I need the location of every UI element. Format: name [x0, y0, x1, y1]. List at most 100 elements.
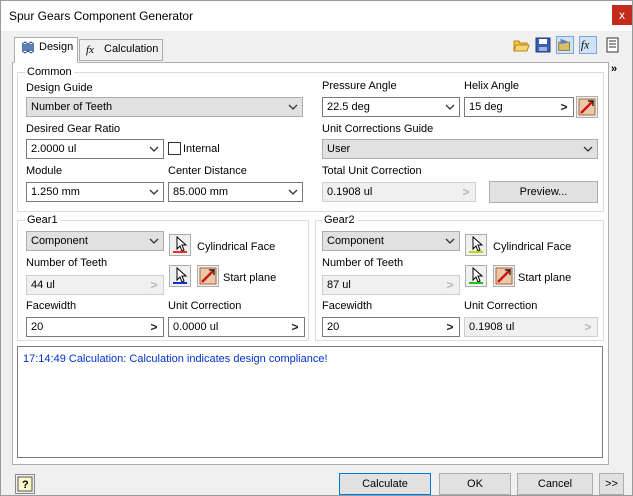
gear2-cylindrical-face-label: Cylindrical Face: [493, 241, 572, 253]
pressure-angle-label: Pressure Angle: [322, 80, 397, 92]
gear1-group-label: Gear1: [25, 214, 60, 226]
dialog-window: Spur Gears Component Generator x Design …: [0, 0, 633, 496]
helix-angle-label: Helix Angle: [464, 80, 520, 92]
more-button[interactable]: >>: [599, 473, 624, 495]
gear1-cylindrical-face-picker[interactable]: [169, 234, 191, 256]
gear2-start-plane-label: Start plane: [518, 272, 572, 284]
help-button[interactable]: ?: [15, 474, 35, 494]
gear2-unit-correction-field: 0.1908 ul >: [464, 317, 598, 337]
gear1-face-color-line: [173, 251, 187, 253]
gear-ratio-value: 2.0000 ul: [31, 143, 77, 155]
gear1-start-plane-picker[interactable]: [169, 265, 191, 287]
save-icon[interactable]: [534, 36, 552, 54]
gear2-type-value: Component: [327, 235, 384, 247]
chevron-down-icon: [288, 104, 298, 110]
message-log[interactable]: 17:14:49 Calculation: Calculation indica…: [17, 346, 603, 458]
gear2-teeth-arrow: >: [446, 278, 454, 292]
svg-text:fx: fx: [581, 40, 590, 52]
gear1-unit-correction-value: 0.0000 ul: [173, 321, 219, 333]
gear2-flip-button[interactable]: [493, 265, 515, 287]
tab-calculation[interactable]: fx Calculation: [79, 39, 163, 61]
gear1-teeth-label: Number of Teeth: [26, 257, 108, 269]
gear1-facewidth-value: 20: [31, 321, 44, 333]
center-distance-label: Center Distance: [168, 165, 247, 177]
gear2-facewidth-input[interactable]: 20 >: [322, 317, 460, 337]
internal-label: Internal: [183, 143, 220, 155]
fx-icon[interactable]: fx: [579, 36, 597, 54]
pressure-angle-input[interactable]: 22.5 deg: [322, 97, 460, 117]
helix-angle-input[interactable]: 15 deg >: [464, 97, 574, 117]
gear1-facewidth-input[interactable]: 20 >: [26, 317, 164, 337]
ok-button[interactable]: OK: [439, 473, 511, 495]
helix-flip-button[interactable]: [576, 96, 598, 118]
gear1-flip-button[interactable]: [197, 265, 219, 287]
gear2-unit-correction-value: 0.1908 ul: [469, 321, 515, 333]
fx-icon: fx: [86, 44, 94, 56]
design-guide-select[interactable]: Number of Teeth: [26, 97, 303, 117]
close-button[interactable]: x: [612, 5, 632, 25]
chevron-down-icon: [149, 238, 159, 244]
gear1-start-plane-label: Start plane: [223, 272, 277, 284]
help-glyph: ?: [22, 479, 29, 491]
expand-panel-icon[interactable]: »: [611, 63, 617, 75]
title-bar[interactable]: Spur Gears Component Generator x: [1, 1, 632, 31]
gear2-teeth-label: Number of Teeth: [322, 257, 404, 269]
gear2-plane-color-line: [469, 282, 483, 284]
gear1-cylindrical-face-label: Cylindrical Face: [197, 241, 276, 253]
gear1-teeth-field: 44 ul >: [26, 275, 164, 295]
gear1-teeth-value: 44 ul: [31, 279, 55, 291]
chevron-down-icon: [445, 104, 455, 110]
calculate-button[interactable]: Calculate: [339, 473, 431, 495]
preview-button[interactable]: Preview...: [489, 181, 598, 203]
gear1-unit-correction-input[interactable]: 0.0000 ul >: [168, 317, 305, 337]
center-distance-input[interactable]: 85.000 mm: [168, 182, 303, 202]
total-unit-correction-label: Total Unit Correction: [322, 165, 422, 177]
gear2-unit-correction-arrow: >: [584, 320, 592, 334]
chevron-down-icon: [583, 146, 593, 152]
help-icon: ?: [17, 476, 33, 492]
helix-angle-value: 15 deg: [469, 101, 503, 113]
module-value: 1.250 mm: [31, 186, 80, 198]
chevron-down-icon: [288, 189, 298, 195]
tab-calculation-label: Calculation: [104, 43, 159, 55]
gear2-teeth-value: 87 ul: [327, 279, 351, 291]
gear1-unit-correction-arrow[interactable]: >: [286, 318, 304, 336]
unit-corrections-guide-label: Unit Corrections Guide: [322, 123, 434, 135]
gear2-type-select[interactable]: Component: [322, 231, 460, 251]
gear2-group-label: Gear2: [322, 214, 357, 226]
gear1-unit-correction-label: Unit Correction: [168, 300, 242, 312]
flip-direction-icon: [578, 98, 596, 116]
internal-checkbox[interactable]: [168, 142, 181, 155]
tab-design[interactable]: Design: [14, 37, 78, 63]
svg-text:fx: fx: [86, 44, 94, 56]
gear-ratio-label: Desired Gear Ratio: [26, 123, 121, 135]
gear2-unit-correction-label: Unit Correction: [464, 300, 538, 312]
chevron-down-icon: [149, 146, 159, 152]
chevron-down-icon: [149, 189, 159, 195]
gear1-type-value: Component: [31, 235, 88, 247]
gear1-facewidth-label: Facewidth: [26, 300, 77, 312]
gear-ratio-input[interactable]: 2.0000 ul: [26, 139, 164, 159]
gear1-facewidth-arrow[interactable]: >: [145, 318, 163, 336]
gear2-teeth-field: 87 ul >: [322, 275, 460, 295]
gear2-start-plane-picker[interactable]: [465, 265, 487, 287]
message-text: 17:14:49 Calculation: Calculation indica…: [23, 353, 328, 365]
report-icon[interactable]: [604, 36, 622, 54]
unit-corrections-guide-value: User: [327, 143, 351, 155]
helix-angle-expand-arrow[interactable]: >: [555, 98, 573, 116]
chevron-down-icon: [445, 238, 455, 244]
gear2-facewidth-value: 20: [327, 321, 340, 333]
open-folder-icon[interactable]: [512, 36, 530, 54]
design-guide-value: Number of Teeth: [31, 101, 113, 113]
gear1-type-select[interactable]: Component: [26, 231, 164, 251]
tab-design-label: Design: [39, 41, 74, 53]
unit-corrections-guide-select[interactable]: User: [322, 139, 598, 159]
gear2-cylindrical-face-picker[interactable]: [465, 234, 487, 256]
gear2-facewidth-arrow[interactable]: >: [441, 318, 459, 336]
center-distance-value: 85.000 mm: [173, 186, 229, 198]
settings-icon[interactable]: [556, 36, 574, 54]
module-input[interactable]: 1.250 mm: [26, 182, 164, 202]
cancel-button[interactable]: Cancel: [517, 473, 593, 495]
gear2-face-color-line: [469, 251, 483, 253]
pressure-angle-value: 22.5 deg: [327, 101, 370, 113]
